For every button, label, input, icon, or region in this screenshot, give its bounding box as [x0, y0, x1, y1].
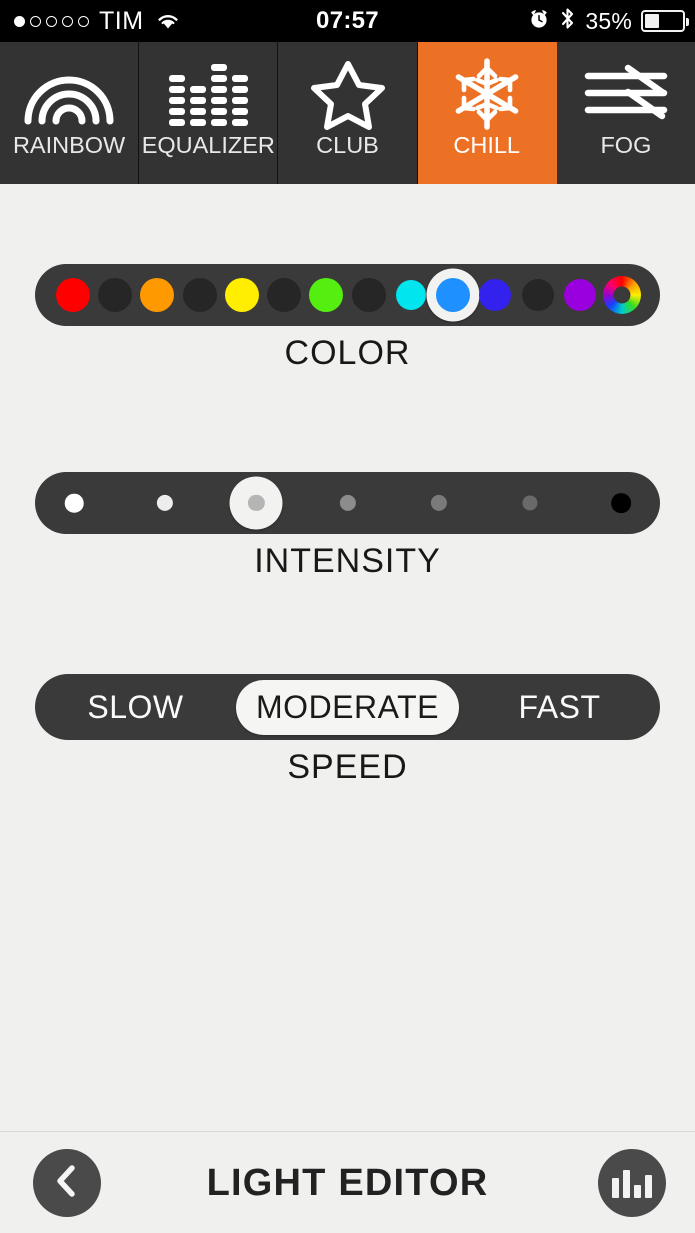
intensity-slider[interactable] [35, 472, 660, 534]
color-swatch-green[interactable] [309, 278, 344, 312]
color-swatch-blue-violet[interactable] [479, 279, 512, 311]
rainbow-icon [0, 56, 138, 132]
battery-icon [641, 10, 689, 32]
intensity-step-level-7[interactable] [611, 493, 631, 513]
bottom-toolbar: LIGHT EDITOR [0, 1131, 695, 1233]
intensity-step-level-1[interactable] [64, 493, 84, 513]
snowflake-icon [418, 56, 556, 132]
tab-rainbow[interactable]: RAINBOW [0, 42, 140, 184]
speed-option-moderate[interactable]: MODERATE [236, 674, 459, 740]
color-swatch-blue[interactable] [436, 278, 471, 312]
speed-control-group: SLOW MODERATE FAST SPEED [0, 674, 695, 787]
speed-selector[interactable]: SLOW MODERATE FAST [35, 674, 660, 740]
tab-label-equalizer: EQUALIZER [141, 132, 275, 158]
color-swatch-off-3[interactable] [267, 278, 302, 312]
speed-label: SPEED [287, 748, 408, 786]
intensity-step-level-2[interactable] [157, 494, 174, 512]
color-swatch-off-2[interactable] [182, 278, 217, 312]
speed-option-slow[interactable]: SLOW [35, 674, 236, 740]
chevron-left-icon [52, 1164, 82, 1203]
speed-option-label: FAST [518, 688, 601, 725]
color-swatch-off-4[interactable] [351, 278, 386, 312]
color-swatch-yellow[interactable] [224, 278, 259, 312]
speed-option-label: SLOW [87, 688, 184, 725]
bluetooth-icon [559, 6, 576, 36]
tab-label-club: CLUB [316, 132, 379, 158]
intensity-step-level-5[interactable] [430, 494, 447, 512]
tab-chill[interactable]: CHILL [417, 42, 557, 184]
bar-chart-button[interactable] [598, 1149, 666, 1217]
color-swatch-off-5[interactable] [521, 279, 554, 311]
color-swatch-off-1[interactable] [98, 278, 133, 312]
tab-equalizer[interactable]: EQUALIZER [139, 42, 279, 184]
color-swatch-red[interactable] [56, 278, 90, 312]
fog-icon [557, 56, 695, 132]
intensity-step-level-6[interactable] [522, 495, 538, 511]
intensity-label: INTENSITY [254, 542, 441, 580]
tab-club[interactable]: CLUB [278, 42, 418, 184]
color-swatch-purple[interactable] [563, 279, 596, 311]
color-label: COLOR [284, 334, 411, 372]
star-icon [278, 56, 416, 132]
color-swatch-orange[interactable] [140, 278, 175, 312]
bar-chart-icon [612, 1168, 652, 1198]
intensity-control-group: INTENSITY [0, 472, 695, 581]
back-button[interactable] [33, 1149, 101, 1217]
editor-content: COLOR INTENSITY SLOW MODERATE FAST SPEED [0, 184, 695, 1131]
equalizer-icon [139, 56, 277, 132]
tab-label-chill: CHILL [453, 132, 521, 158]
page-title: LIGHT EDITOR [206, 1161, 489, 1204]
speed-option-label: MODERATE [236, 679, 459, 735]
mode-tab-bar: RAINBOW EQUALIZER CLUB CHILL FOG [0, 42, 695, 184]
battery-percent-label: 35% [585, 7, 632, 34]
speed-option-fast[interactable]: FAST [459, 674, 660, 740]
color-swatch-cyan[interactable] [395, 280, 426, 310]
tab-fog[interactable]: FOG [556, 42, 695, 184]
color-slider[interactable] [35, 264, 660, 326]
alarm-clock-icon [528, 8, 550, 35]
status-bar: TIM 07:57 35% [0, 0, 695, 42]
status-bar-right: 35% [528, 0, 689, 42]
tab-label-rainbow: RAINBOW [12, 132, 126, 158]
app-root: TIM 07:57 35% RAINBOW EQUALIZER CLUB CHI… [0, 0, 695, 1233]
tab-label-fog: FOG [600, 132, 652, 158]
intensity-step-level-4[interactable] [339, 494, 356, 512]
color-control-group: COLOR [0, 264, 695, 373]
color-swatch-rainbow[interactable] [603, 276, 641, 314]
